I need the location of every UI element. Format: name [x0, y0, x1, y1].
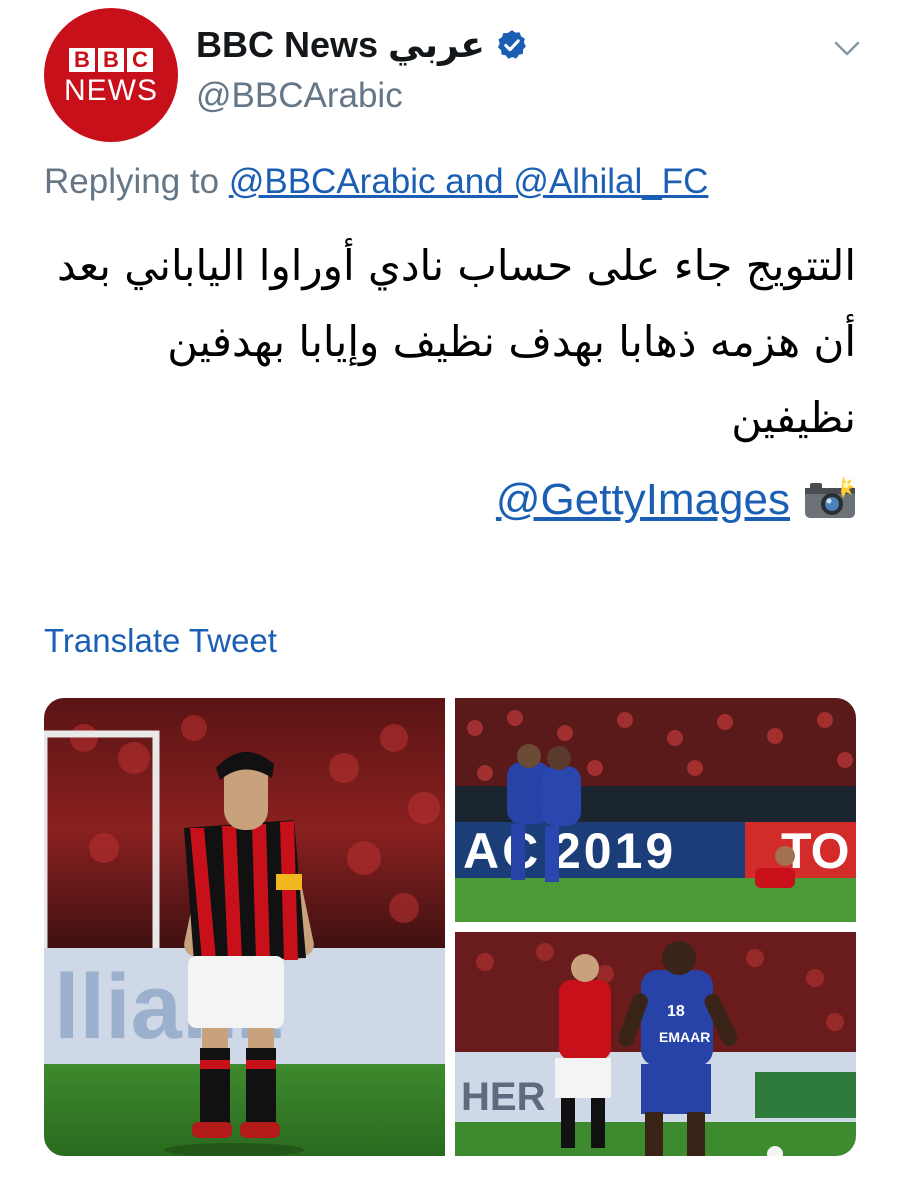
replying-prefix: Replying to [44, 162, 229, 201]
logo-letter: B [69, 48, 95, 72]
camera-flash-icon [802, 474, 858, 525]
banner-prefix-text: AC [463, 823, 541, 879]
banner-year-text: 2019 [553, 823, 676, 879]
logo-letter: C [127, 48, 153, 72]
account-handle[interactable]: @BBCArabic [196, 76, 403, 116]
translate-tweet-link[interactable]: Translate Tweet [44, 622, 277, 660]
photo-alhilal-player-running[interactable]: HER 18 EMAAR [455, 932, 856, 1156]
jersey-sponsor-text: EMAAR [659, 1029, 710, 1045]
photo-credit: @GettyImages [496, 474, 858, 525]
reply-mentions-link[interactable]: @BBCArabic and @Alhilal_FC [229, 162, 709, 201]
tweet-text: التتويج جاء على حساب نادي أوراوا اليابان… [56, 241, 856, 442]
photo-urawa-player[interactable]: llianz [44, 698, 445, 1156]
display-name[interactable]: BBC News عربي [196, 24, 485, 66]
board-text-her: HER [461, 1075, 546, 1119]
account-name-row[interactable]: BBC News عربي [196, 24, 529, 66]
verified-badge-icon [495, 28, 529, 62]
replying-to: Replying to @BBCArabic and @Alhilal_FC [44, 162, 708, 202]
logo-letter: B [98, 48, 124, 72]
bbc-logo: B B C [69, 48, 153, 72]
jersey-number-text: 18 [667, 1003, 685, 1020]
getty-images-link[interactable]: @GettyImages [496, 475, 790, 525]
logo-news-word: NEWS [64, 74, 158, 107]
avatar-bbc-news[interactable]: B B C NEWS [44, 8, 178, 142]
photo-alhilal-celebration[interactable]: AC 2019 TO [455, 698, 856, 922]
media-grid: llianz AC 2019 TO HER 18 EMAAR [44, 698, 856, 1156]
chevron-down-icon[interactable] [834, 40, 860, 63]
